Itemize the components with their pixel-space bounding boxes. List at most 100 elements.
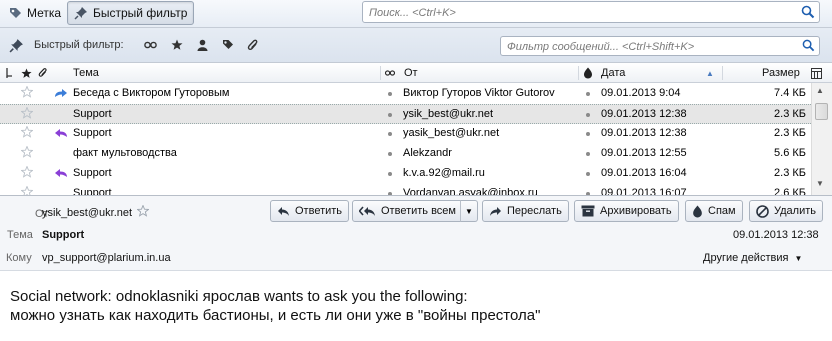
read-status-icon[interactable] — [388, 172, 392, 176]
from-column-header[interactable]: От — [404, 63, 418, 83]
star-icon[interactable] — [20, 165, 34, 181]
search-icon[interactable] — [802, 39, 815, 55]
message-subject: Support — [73, 167, 112, 179]
quick-filter-label: Быстрый фильтр — [93, 6, 188, 20]
other-actions-menu[interactable]: Другие действия ▼ — [703, 252, 802, 264]
message-date: 09.01.2013 9:04 — [601, 87, 681, 99]
message-list-header: Тема От Дата ▲ Размер — [0, 63, 832, 83]
message-subject: Support — [73, 187, 112, 195]
forward-button-label: Переслать — [507, 205, 562, 217]
other-actions-label: Другие действия — [703, 252, 789, 264]
table-row[interactable]: Support k.v.a.92@mail.ru 09.01.2013 16:04 2… — [0, 164, 811, 184]
message-from: Vordanyan.asyak@inbox.ru — [403, 187, 538, 195]
forward-button[interactable]: Переслать — [482, 200, 569, 222]
tag-icon — [10, 7, 21, 18]
delete-button-label: Удалить — [774, 205, 816, 217]
quick-filter-title: Быстрый фильтр: — [34, 39, 124, 51]
message-filter-input[interactable] — [507, 39, 797, 54]
star-icon[interactable] — [20, 185, 34, 195]
message-filter-box[interactable] — [500, 36, 820, 56]
contact-icon[interactable] — [197, 39, 208, 54]
to-value[interactable]: vp_support@plarium.in.ua — [42, 252, 171, 264]
message-subject: Беседа с Виктором Гуторовым — [73, 87, 230, 99]
starred-column-icon[interactable] — [21, 63, 32, 83]
from-value[interactable]: ysik_best@ukr.net — [42, 207, 132, 219]
quick-filter-bar: Быстрый фильтр: — [0, 28, 832, 63]
scroll-thumb[interactable] — [815, 103, 828, 120]
message-from: ysik_best@ukr.net — [403, 108, 494, 120]
quick-filter-button[interactable]: Быстрый фильтр — [67, 1, 195, 25]
size-column-header[interactable]: Размер — [762, 63, 800, 83]
subject-value: Support — [42, 229, 85, 241]
delete-button[interactable]: Удалить — [749, 200, 823, 222]
search-icon[interactable] — [801, 5, 815, 22]
main-toolbar: Метка ▼ Быстрый фильтр — [0, 0, 832, 28]
star-icon[interactable] — [20, 125, 34, 141]
star-icon[interactable] — [20, 106, 34, 122]
archive-button[interactable]: Архивировать — [574, 200, 679, 222]
message-list-scrollbar[interactable]: ▲ ▼ — [811, 83, 832, 195]
read-status-icon[interactable] — [388, 113, 392, 117]
forward-icon — [490, 206, 501, 216]
sort-ascending-icon: ▲ — [706, 68, 714, 78]
archive-button-label: Архивировать — [600, 205, 672, 217]
to-label: Кому — [6, 252, 32, 264]
message-from: yasik_best@ukr.net — [403, 127, 500, 139]
read-status-icon[interactable] — [388, 92, 392, 96]
reply-all-button[interactable]: Ответить всем — [352, 200, 463, 222]
table-row[interactable]: Support ysik_best@ukr.net 09.01.2013 12:38… — [0, 104, 811, 124]
table-row[interactable]: Беседа с Виктором Гуторовым Виктор Гуторо… — [0, 84, 811, 104]
junk-column-icon[interactable] — [583, 63, 593, 83]
reply-all-icon — [359, 205, 375, 216]
global-search-input[interactable] — [369, 5, 789, 20]
archive-icon — [581, 205, 595, 217]
junk-status-icon[interactable] — [586, 152, 590, 156]
table-row[interactable]: факт мультоводства Alekzandr 09.01.2013 12… — [0, 144, 811, 164]
table-row[interactable]: Support yasik_best@ukr.net 09.01.2013 12:3… — [0, 124, 811, 144]
junk-status-icon[interactable] — [586, 92, 590, 96]
read-status-icon[interactable] — [388, 132, 392, 136]
thread-column-icon[interactable] — [5, 63, 13, 83]
message-subject: факт мультоводства — [73, 147, 177, 159]
global-search-box[interactable] — [362, 1, 820, 23]
chevron-down-icon: ▼ — [794, 254, 803, 263]
spam-button[interactable]: Спам — [685, 200, 743, 222]
message-from: Alekzandr — [403, 147, 452, 159]
read-status-icon[interactable] — [388, 152, 392, 156]
star-icon[interactable] — [171, 39, 183, 54]
scroll-up-icon[interactable]: ▲ — [816, 86, 824, 95]
message-size: 2.3 КБ — [774, 108, 806, 120]
table-row[interactable]: Support Vordanyan.asyak@inbox.ru 09.01.201… — [0, 184, 811, 195]
column-picker-icon[interactable] — [811, 63, 822, 83]
read-column-icon[interactable] — [384, 63, 396, 83]
flame-icon — [693, 205, 702, 217]
reply-all-dropdown[interactable]: ▼ — [460, 200, 478, 222]
message-date: 09.01.2013 12:38 — [601, 127, 687, 139]
chevron-down-icon: ▼ — [465, 206, 473, 216]
replied-icon — [54, 168, 68, 182]
message-header-pane: От ysik_best@ukr.net Ответить Ответить в… — [0, 195, 832, 271]
scroll-down-icon[interactable]: ▼ — [816, 179, 824, 188]
message-from: k.v.a.92@mail.ru — [403, 167, 485, 179]
star-icon[interactable] — [20, 145, 34, 161]
star-icon[interactable] — [20, 85, 34, 101]
people-icon[interactable] — [144, 39, 157, 53]
delete-icon — [756, 204, 769, 218]
reply-button[interactable]: Ответить — [270, 200, 350, 222]
message-size: 2.3 КБ — [774, 167, 806, 179]
subject-column-header[interactable]: Тема — [73, 63, 99, 83]
message-size: 7.4 КБ — [774, 87, 806, 99]
pin-icon[interactable] — [9, 38, 24, 56]
junk-status-icon[interactable] — [586, 113, 590, 117]
junk-status-icon[interactable] — [586, 132, 590, 136]
attachment-column-icon[interactable] — [38, 63, 48, 83]
message-size: 2.3 КБ — [774, 127, 806, 139]
junk-status-icon[interactable] — [586, 172, 590, 176]
tag-icon[interactable] — [222, 39, 234, 54]
attachment-icon[interactable] — [247, 39, 259, 55]
message-date: 09.01.2013 16:04 — [601, 167, 687, 179]
star-icon[interactable] — [136, 204, 150, 220]
date-column-header[interactable]: Дата — [601, 63, 625, 83]
message-date: 09.01.2013 12:38 — [733, 229, 819, 241]
reply-icon — [278, 206, 289, 216]
